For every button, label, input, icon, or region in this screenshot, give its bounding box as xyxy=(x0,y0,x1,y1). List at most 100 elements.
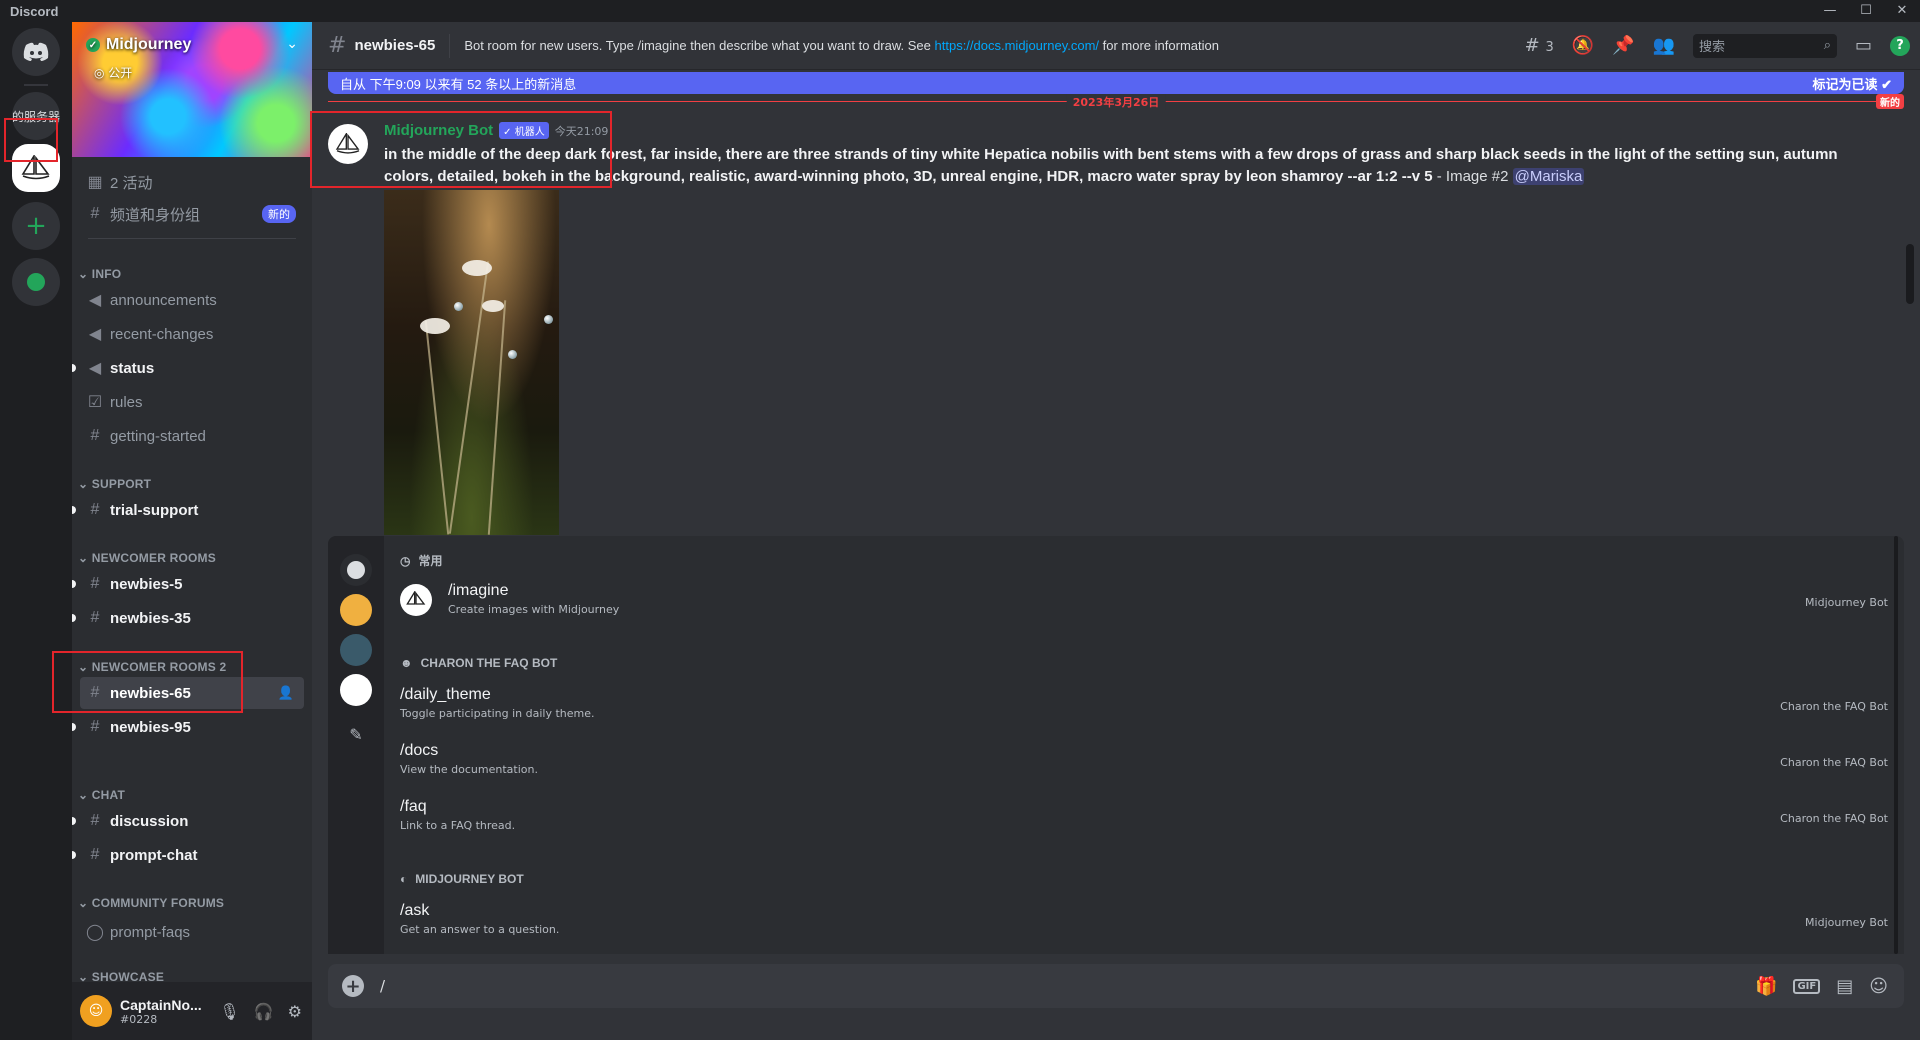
explore-servers-button[interactable] xyxy=(12,258,60,306)
midjourney-server-button[interactable] xyxy=(12,144,60,192)
message-input[interactable]: / xyxy=(380,977,1755,995)
search-icon: ⌕ xyxy=(1823,38,1831,53)
sidebar-item-events[interactable]: ▦ 2 活动 xyxy=(80,166,304,198)
channel-label: recent-changes xyxy=(110,325,214,343)
command-source-rail: ✎ xyxy=(328,536,384,954)
mark-as-read-button[interactable]: 标记为已读 ✔ xyxy=(1812,74,1892,93)
mute-notifications-icon[interactable]: 🔕 xyxy=(1572,35,1594,56)
category-newcomer-rooms[interactable]: ⌄ NEWCOMER ROOMS xyxy=(78,551,216,565)
channel-getting-started[interactable]: # getting-started xyxy=(80,420,304,452)
category-label: INFO xyxy=(91,267,122,281)
channel-label: newbies-35 xyxy=(110,609,191,627)
midjourney-bot-avatar-icon[interactable] xyxy=(340,674,372,706)
minimize-button[interactable]: — xyxy=(1812,0,1848,22)
server-rail: 的服务器 + xyxy=(0,22,72,1040)
add-server-button[interactable]: + xyxy=(12,202,60,250)
channel-announcements[interactable]: ◀ announcements xyxy=(80,284,304,316)
channel-newbies-5[interactable]: # newbies-5 xyxy=(72,568,304,600)
gear-icon[interactable]: ⚙ xyxy=(288,1002,302,1021)
visibility-label: 公开 xyxy=(108,66,133,80)
channel-rules[interactable]: ☑ rules xyxy=(80,386,304,418)
attach-plus-icon[interactable]: + xyxy=(342,975,364,997)
pin-icon[interactable]: 📌 xyxy=(1612,35,1634,56)
channel-label: rules xyxy=(110,393,143,411)
channel-discussion[interactable]: # discussion xyxy=(72,805,304,837)
channel-label: prompt-faqs xyxy=(110,923,191,941)
channel-prompt-faqs[interactable]: ◯ prompt-faqs xyxy=(80,916,304,948)
command-docs[interactable]: /docs View the documentation. Charon the… xyxy=(400,742,1888,788)
discord-home-button[interactable] xyxy=(12,28,60,76)
sidebar-item-channels-roles[interactable]: # 频道和身份组 新的 xyxy=(80,198,304,230)
channel-trial-support[interactable]: # trial-support xyxy=(72,494,304,526)
category-label: CHAT xyxy=(91,788,126,802)
channel-topic: Bot room for new users. Type /imagine th… xyxy=(464,38,1219,53)
search-input[interactable]: 搜索 ⌕ xyxy=(1692,33,1837,58)
help-icon[interactable]: ? xyxy=(1890,35,1910,56)
channel-recent-changes[interactable]: ◀ recent-changes xyxy=(80,318,304,350)
chevron-down-icon[interactable]: ⌄ xyxy=(286,36,298,52)
midjourney-boat-icon xyxy=(335,133,360,154)
command-ask[interactable]: /ask Get an answer to a question. Midjou… xyxy=(400,902,1888,948)
new-messages-bar[interactable]: 自从 下午9:09 以来有 52 条以上的新消息 标记为已读 ✔ xyxy=(328,72,1904,94)
docs-link[interactable]: https://docs.midjourney.com/ xyxy=(935,38,1100,53)
gift-icon[interactable]: 🎁 xyxy=(1755,976,1777,997)
member-list-icon[interactable]: 👥 xyxy=(1653,35,1675,56)
sticker-icon[interactable]: ▤ xyxy=(1836,976,1853,997)
chat-scrollbar[interactable] xyxy=(1906,104,1914,524)
command-daily-theme[interactable]: /daily_theme Toggle participating in dai… xyxy=(400,686,1888,732)
avatar[interactable]: ☺ xyxy=(80,995,112,1027)
channel-newbies-35[interactable]: # newbies-35 xyxy=(72,602,304,634)
message-author[interactable]: Midjourney Bot xyxy=(384,122,493,139)
maximize-button[interactable]: ☐ xyxy=(1848,0,1884,22)
edit-icon[interactable]: ✎ xyxy=(340,718,372,750)
emoji-icon[interactable]: ☺ xyxy=(1869,976,1888,997)
microphone-icon[interactable]: 🎙 xyxy=(219,1002,239,1021)
discord-logo-icon xyxy=(23,42,49,61)
channel-newbies-95[interactable]: # newbies-95 xyxy=(72,711,304,743)
category-newcomer-rooms-2[interactable]: ⌄ NEWCOMER ROOMS 2 xyxy=(78,660,226,674)
server-banner[interactable]: ✓ Midjourney ◎ 公开 ⌄ xyxy=(72,22,312,157)
topic-text: Bot room for new users. Type /imagine th… xyxy=(464,38,931,53)
generated-image[interactable] xyxy=(384,190,559,535)
rail-separator xyxy=(24,84,48,86)
channel-prompt-chat[interactable]: # prompt-chat xyxy=(72,839,304,871)
autocomplete-scrollbar[interactable] xyxy=(1894,536,1898,954)
invite-member-icon[interactable]: 👤 xyxy=(278,685,294,701)
channel-label: status xyxy=(110,359,155,377)
command-imagine[interactable]: /imagine Create images with Midjourney M… xyxy=(400,582,1888,628)
section-label: MIDJOURNEY BOT xyxy=(415,872,524,886)
category-info[interactable]: ⌄ INFO xyxy=(78,267,121,281)
channels-roles-icon: # xyxy=(90,205,100,222)
server-button-text[interactable]: 的服务器 xyxy=(12,92,60,140)
checkbox-icon: ☑ xyxy=(87,394,103,411)
avatar[interactable] xyxy=(328,124,368,164)
category-support[interactable]: ⌄ SUPPORT xyxy=(78,477,151,491)
image-flower xyxy=(420,318,450,334)
channel-label: newbies-5 xyxy=(110,575,183,593)
gif-picker-button[interactable]: GIF xyxy=(1793,978,1821,994)
user-mention[interactable]: @Mariska xyxy=(1512,168,1585,185)
close-window-button[interactable]: ✕ xyxy=(1884,0,1920,22)
server-visibility: ◎ 公开 xyxy=(94,66,133,80)
charon-bot-avatar-icon[interactable] xyxy=(340,594,372,626)
channel-status[interactable]: ◀ status xyxy=(72,352,304,384)
inbox-icon[interactable]: ▭ xyxy=(1855,35,1872,56)
user-info[interactable]: CaptainNo... #0228 xyxy=(120,997,219,1026)
user-controls: 🎙 🎧 ⚙ xyxy=(219,1002,302,1021)
command-name: /daily_theme xyxy=(400,686,491,703)
category-community-forums[interactable]: ⌄ COMMUNITY FORUMS xyxy=(78,896,224,910)
threads-button[interactable]: # 3 xyxy=(1525,35,1554,56)
charon-bot-icon: ☻ xyxy=(400,656,413,670)
channel-newbies-65[interactable]: # newbies-65 👤 xyxy=(80,677,304,709)
faq-bot-avatar-icon[interactable] xyxy=(340,634,372,666)
thread-count: 3 xyxy=(1545,40,1554,55)
category-label: NEWCOMER ROOMS xyxy=(91,551,216,565)
command-faq[interactable]: /faq Link to a FAQ thread. Charon the FA… xyxy=(400,798,1888,844)
category-chat[interactable]: ⌄ CHAT xyxy=(78,788,125,802)
message-composer: + / 🎁 GIF ▤ ☺ xyxy=(328,964,1904,1008)
headphones-icon[interactable]: 🎧 xyxy=(254,1002,274,1021)
scrollbar-thumb[interactable] xyxy=(1906,244,1914,304)
server-name-header[interactable]: ✓ Midjourney xyxy=(86,36,191,54)
hash-icon: # xyxy=(90,812,100,829)
recent-clock-icon[interactable] xyxy=(340,554,372,586)
